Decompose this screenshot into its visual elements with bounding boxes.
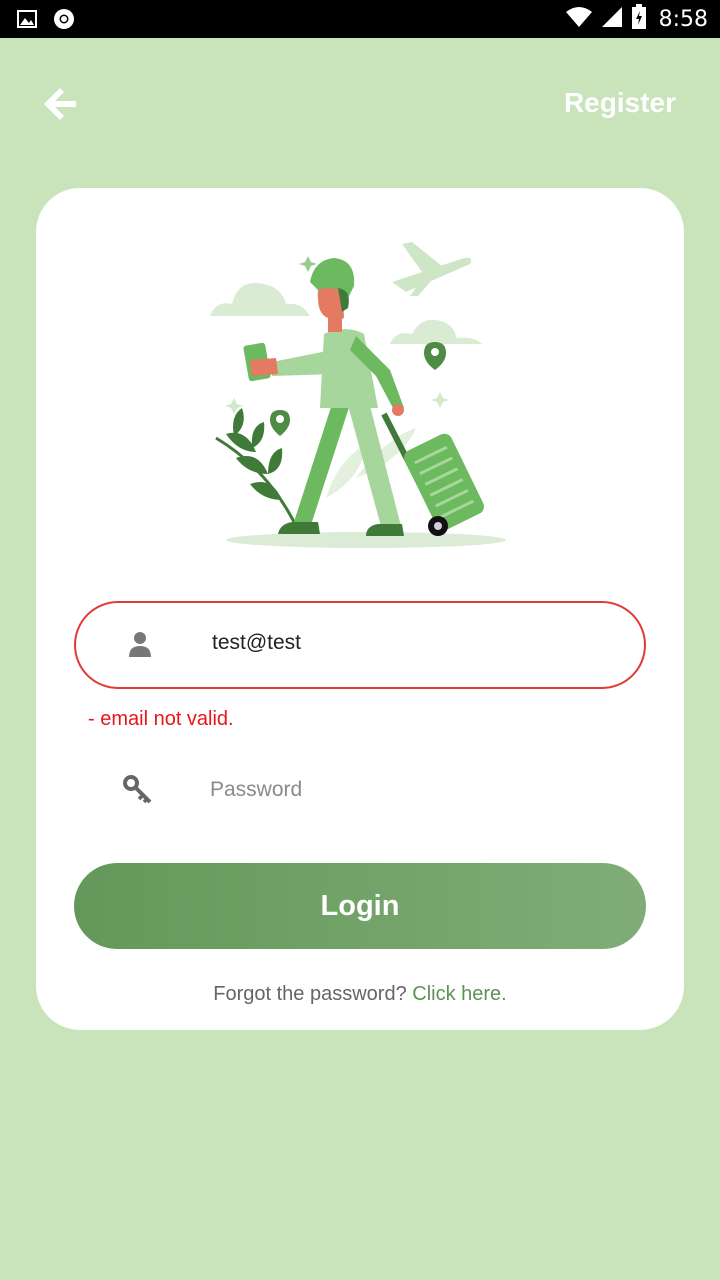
chrome-icon bbox=[52, 7, 76, 35]
cell-signal-icon bbox=[601, 5, 623, 33]
arrow-left-icon bbox=[44, 88, 76, 120]
login-card: test@test - email not valid. Password Lo… bbox=[36, 188, 684, 1030]
forgot-password-row: Forgot the password? Click here. bbox=[36, 983, 684, 1006]
password-field[interactable]: Password bbox=[74, 748, 646, 836]
back-button[interactable] bbox=[40, 84, 84, 124]
email-input[interactable]: test@test bbox=[212, 631, 301, 655]
status-bar: 8:58 bbox=[0, 0, 720, 38]
user-icon bbox=[129, 632, 151, 657]
register-link[interactable]: Register bbox=[564, 87, 676, 119]
image-icon bbox=[16, 8, 38, 34]
password-input[interactable]: Password bbox=[210, 778, 302, 802]
battery-charging-icon bbox=[631, 4, 647, 34]
forgot-password-text: Forgot the password? bbox=[213, 983, 407, 1005]
login-button[interactable]: Login bbox=[74, 863, 646, 949]
wifi-icon bbox=[565, 5, 593, 33]
status-time: 8:58 bbox=[658, 6, 708, 32]
email-error: - email not valid. bbox=[88, 708, 234, 730]
key-icon bbox=[123, 775, 152, 804]
forgot-password-link[interactable]: Click here. bbox=[412, 983, 506, 1005]
traveler-illustration bbox=[210, 242, 506, 548]
app-bar: Register bbox=[0, 38, 720, 168]
email-field[interactable]: test@test bbox=[74, 601, 646, 689]
